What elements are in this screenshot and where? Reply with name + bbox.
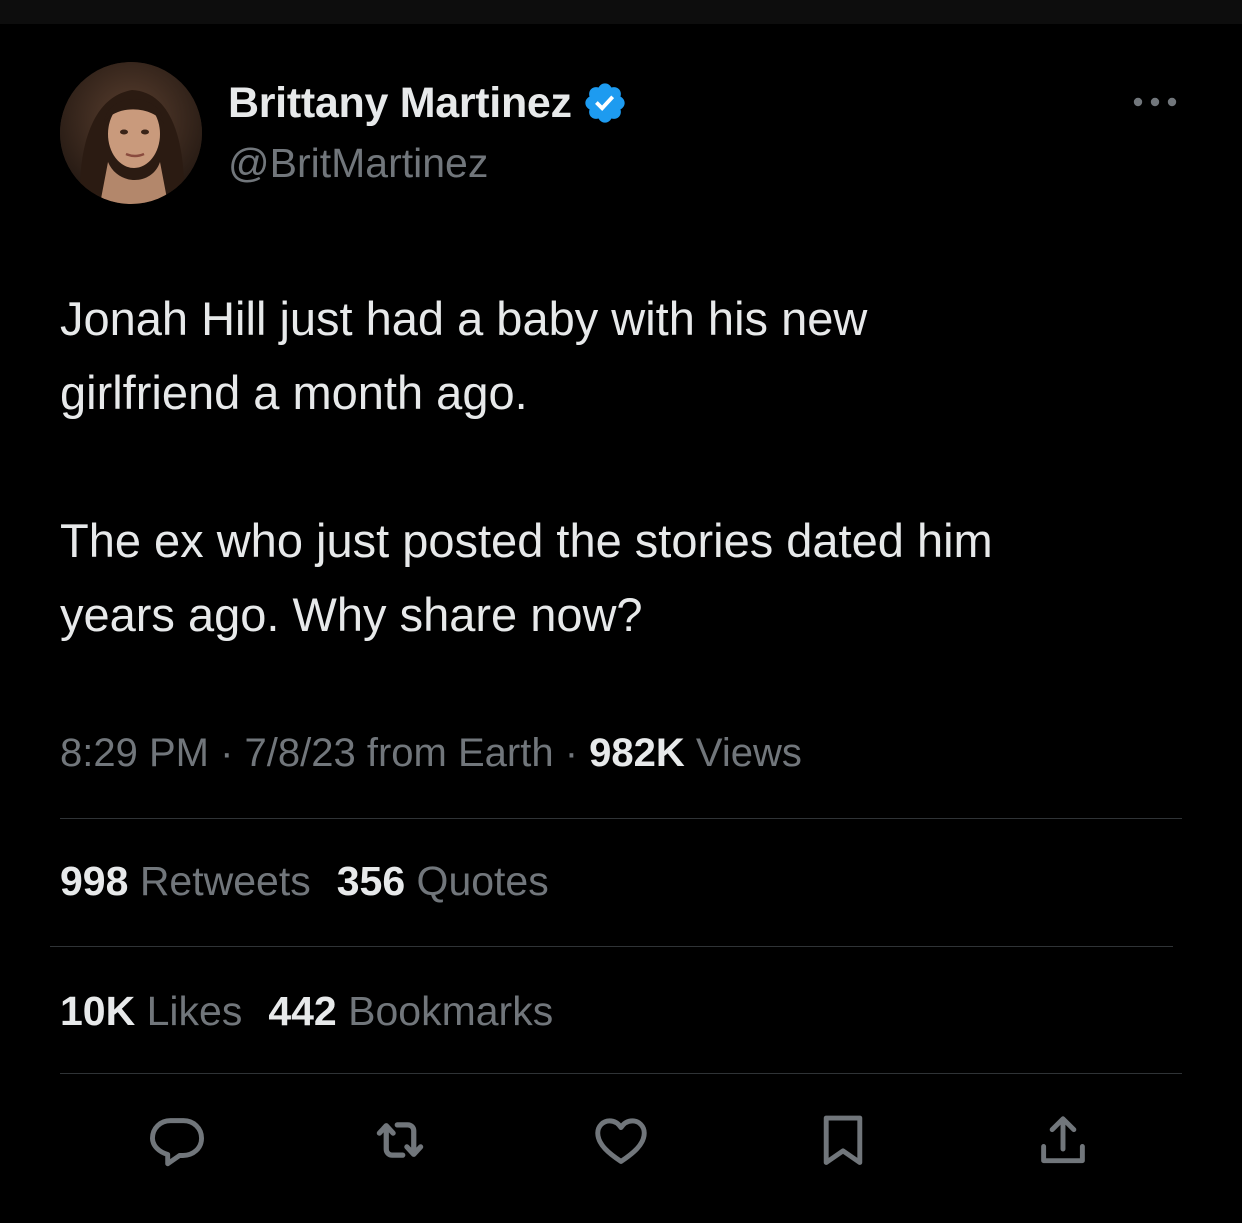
display-name[interactable]: Brittany Martinez <box>228 79 572 128</box>
avatar-image <box>60 62 202 204</box>
author-handle[interactable]: @BritMartinez <box>228 140 488 187</box>
quotes-count: 356 <box>336 858 406 904</box>
tweet-meta: 8:29 PM · 7/8/23 from Earth · 982K Views <box>60 725 802 781</box>
stats-row-reactions: 10K Likes 442 Bookmarks <box>60 983 553 1039</box>
like-button[interactable] <box>586 1105 656 1175</box>
verified-badge-icon <box>582 80 628 126</box>
bookmarks-count: 442 <box>268 988 337 1034</box>
tweet-source: from Earth <box>355 731 554 775</box>
tweet-date[interactable]: 7/8/23 <box>245 731 356 775</box>
likes-stat[interactable]: 10K Likes <box>60 988 242 1034</box>
share-icon <box>1041 1116 1085 1164</box>
tweet-paragraph: The ex who just posted the stories dated… <box>60 514 993 641</box>
reply-icon <box>150 1118 204 1167</box>
views-count[interactable]: 982K <box>589 731 685 775</box>
retweets-label: Retweets <box>128 858 311 904</box>
likes-count: 10K <box>60 988 136 1034</box>
divider <box>60 818 1182 819</box>
quotes-stat[interactable]: 356 Quotes <box>337 858 549 904</box>
retweets-count: 998 <box>60 858 129 904</box>
more-options-icon[interactable] <box>1130 92 1180 112</box>
action-bar <box>0 1105 1242 1175</box>
tweet-text: Jonah Hill just had a baby with his new … <box>60 282 1200 652</box>
views-label[interactable]: Views <box>685 731 802 775</box>
bookmark-icon <box>823 1115 863 1165</box>
divider <box>50 946 1173 947</box>
retweets-stat[interactable]: 998 Retweets <box>60 858 311 904</box>
bookmarks-stat[interactable]: 442 Bookmarks <box>268 988 553 1034</box>
reply-button[interactable] <box>142 1105 212 1175</box>
bookmarks-label: Bookmarks <box>336 988 554 1034</box>
meta-separator: · <box>208 731 245 775</box>
avatar[interactable] <box>60 62 202 204</box>
likes-label: Likes <box>135 988 243 1034</box>
share-button[interactable] <box>1028 1105 1098 1175</box>
meta-separator: · <box>553 731 590 775</box>
status-bar <box>0 0 1242 24</box>
quotes-label: Quotes <box>405 858 549 904</box>
tweet-paragraph: Jonah Hill just had a baby with his new … <box>60 292 868 419</box>
stats-row-shares: 998 Retweets 356 Quotes <box>60 853 549 909</box>
like-icon <box>595 1118 647 1164</box>
tweet-time[interactable]: 8:29 PM <box>60 731 209 775</box>
retweet-icon <box>376 1122 424 1158</box>
divider <box>60 1073 1182 1074</box>
bookmark-button[interactable] <box>808 1105 878 1175</box>
retweet-button[interactable] <box>365 1105 435 1175</box>
author-name-row[interactable]: Brittany Martinez <box>228 78 628 128</box>
